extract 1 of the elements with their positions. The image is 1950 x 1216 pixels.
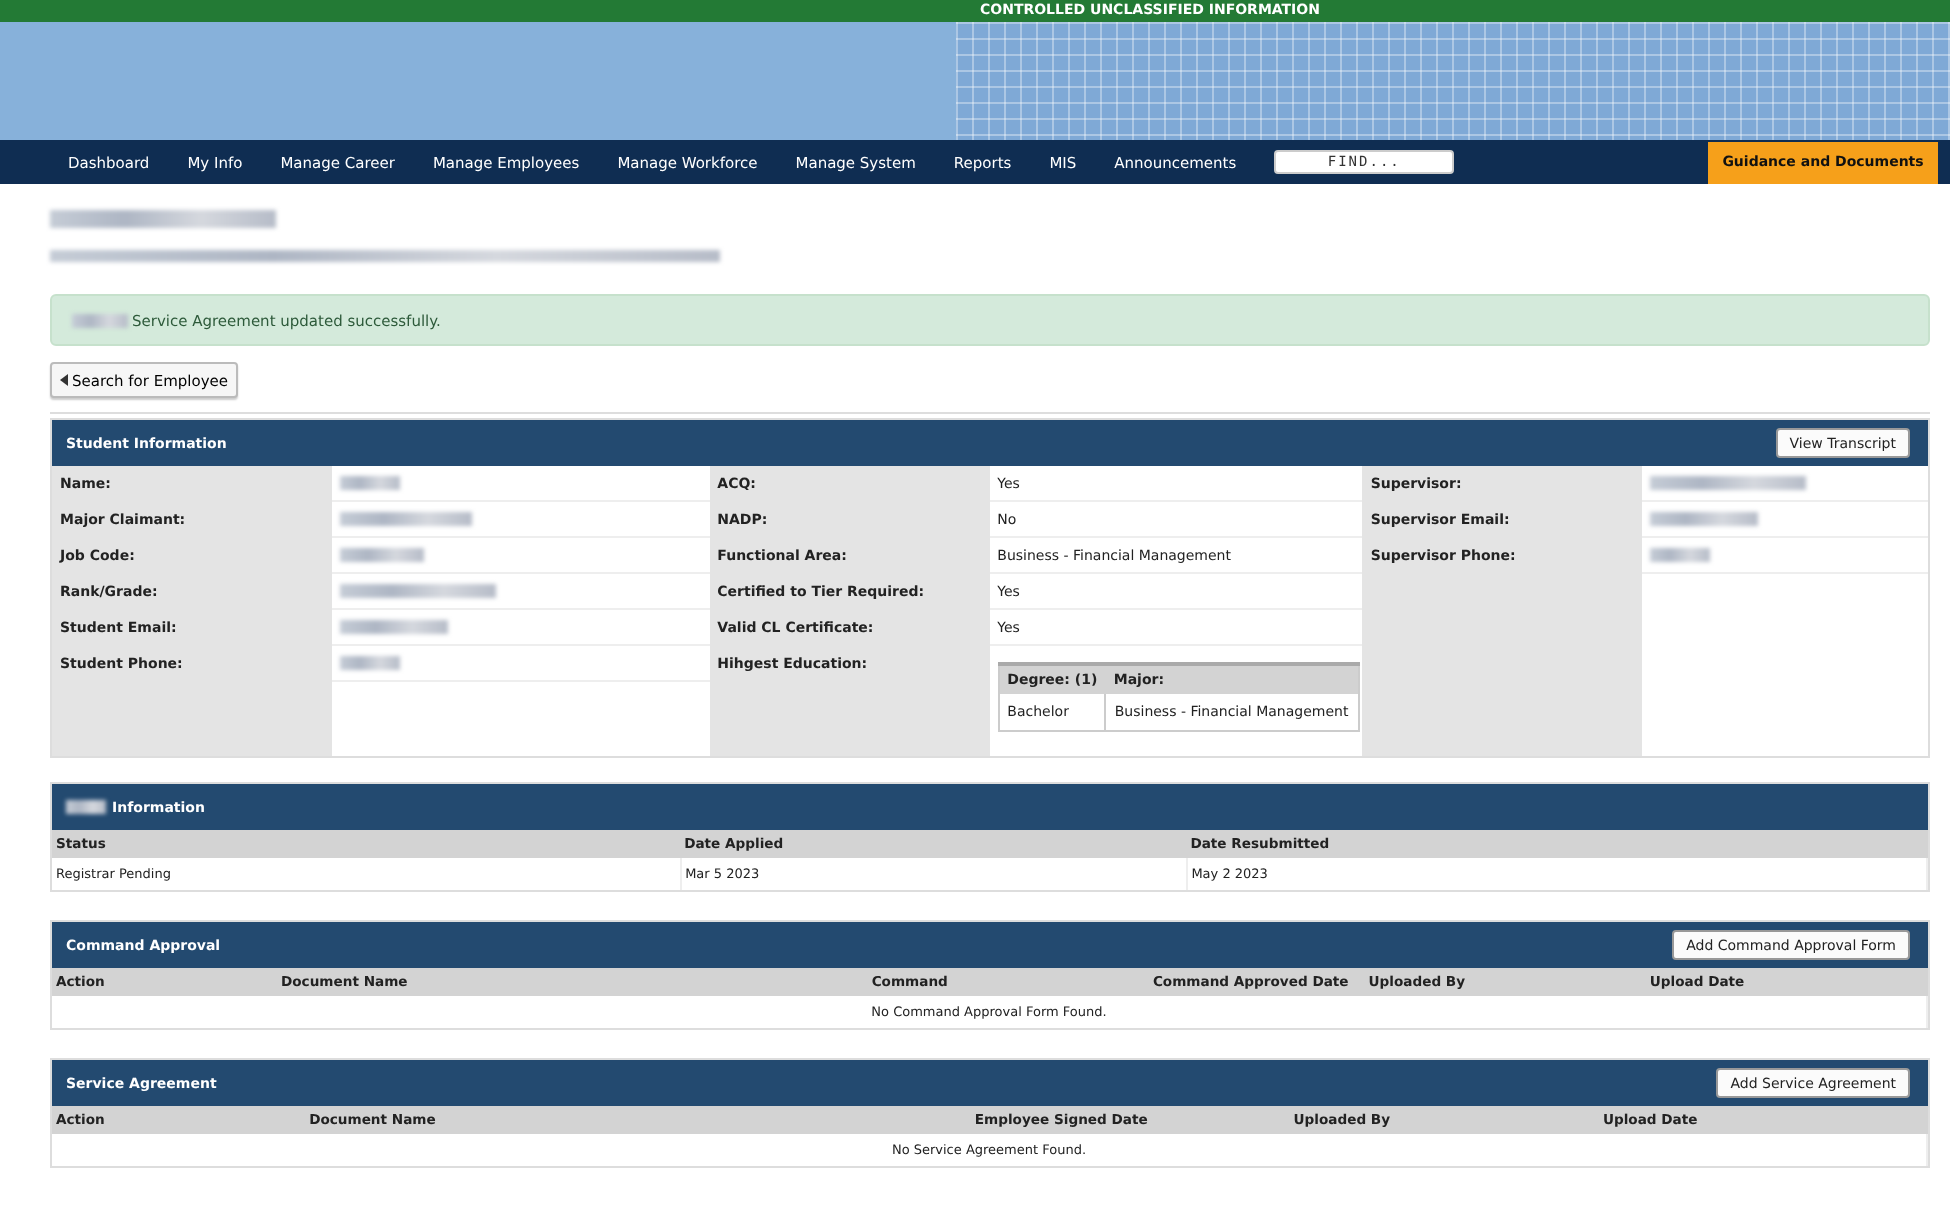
caret-icon bbox=[60, 374, 68, 386]
